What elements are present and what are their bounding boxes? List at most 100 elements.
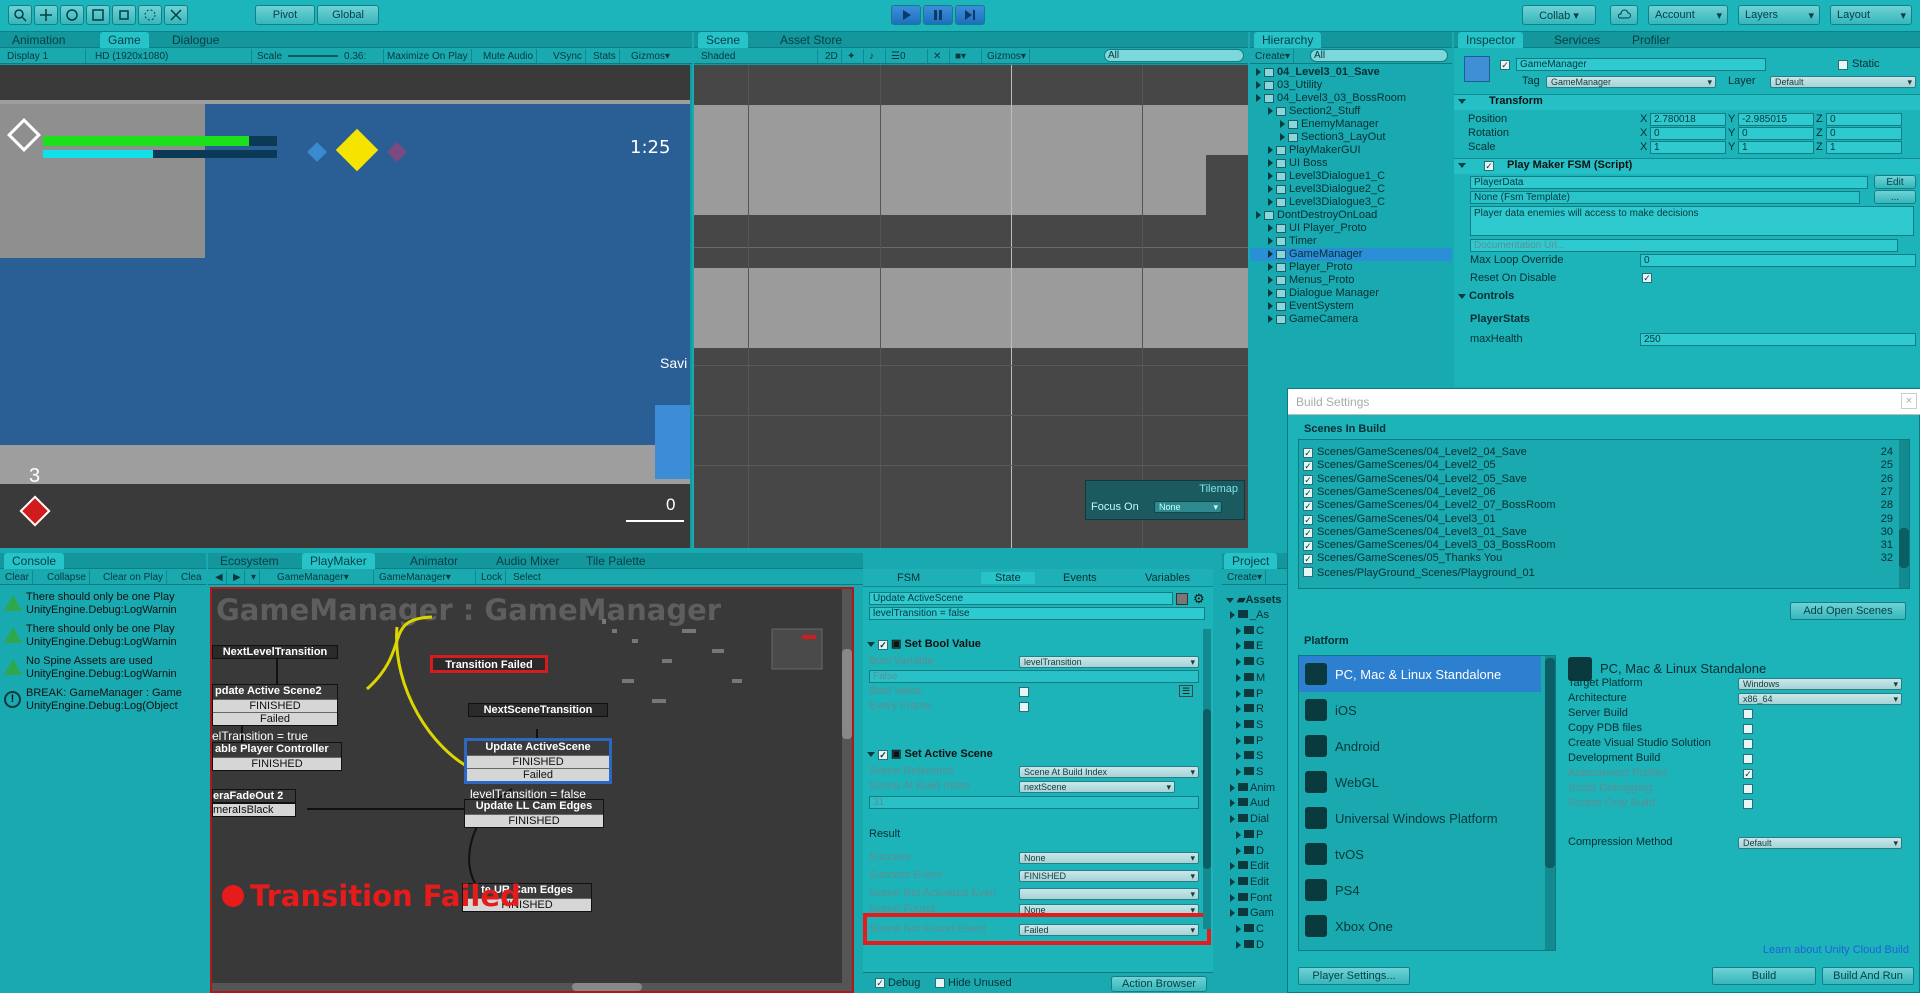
platform-list[interactable]: PC, Mac & Linux Standalone iOS Android WebG… — [1298, 655, 1556, 951]
platform-item[interactable]: PC, Mac & Linux Standalone — [1299, 656, 1541, 692]
state-description-field[interactable]: levelTransition = false — [869, 607, 1205, 620]
project-folder[interactable]: C — [1222, 625, 1294, 638]
scene-entry[interactable]: ✓ Scenes/GameScenes/05_Thanks You 32 — [1303, 552, 1895, 565]
bool-value-checkbox[interactable] — [1019, 687, 1029, 697]
platform-item[interactable]: Android — [1299, 728, 1541, 764]
2d-toggle[interactable]: 2D — [822, 49, 842, 63]
tab-ecosystem[interactable]: Ecosystem — [212, 553, 287, 569]
hand-tool-icon[interactable] — [8, 5, 32, 25]
back-button[interactable]: ◀ — [212, 570, 227, 584]
console-message[interactable]: ! BREAK: GameManager : Game UnityEngine.De… — [0, 685, 206, 715]
fsm-graph[interactable]: GameManager : GameManager NextLevelTrans… — [210, 587, 854, 993]
tab-services[interactable]: Services — [1546, 32, 1608, 48]
node-camera-fade-out[interactable]: eraFadeOut 2 — [212, 789, 296, 803]
expand-arrow-icon[interactable] — [1280, 120, 1285, 129]
expand-arrow-icon[interactable] — [1268, 185, 1273, 194]
expand-arrow-icon[interactable] — [1236, 768, 1241, 777]
scene-entry[interactable]: ✓ Scenes/GameScenes/04_Level2_04_Save 24 — [1303, 446, 1895, 459]
build-button[interactable]: Build — [1712, 967, 1816, 985]
layer-dropdown[interactable]: Default — [1770, 76, 1916, 88]
rotate-tool-icon[interactable] — [60, 5, 84, 25]
architecture-dropdown[interactable]: x86_64 — [1738, 693, 1902, 705]
expand-arrow-icon[interactable] — [1256, 211, 1261, 220]
platform-scrollbar[interactable] — [1545, 656, 1555, 950]
expand-arrow-icon[interactable] — [1268, 224, 1273, 233]
event-camera-is-black[interactable]: meraIsBlack — [212, 803, 296, 817]
tab-tile-palette[interactable]: Tile Palette — [578, 553, 654, 569]
scene-entry[interactable]: ✓ Scenes/GameScenes/04_Level3_01_Save 30 — [1303, 526, 1895, 539]
tab-scene[interactable]: Scene — [698, 32, 749, 48]
expand-arrow-icon[interactable] — [1230, 799, 1235, 808]
event-finished[interactable]: FINISHED — [465, 814, 603, 827]
console-message[interactable]: There should only be one Play UnityEngine… — [0, 589, 206, 619]
project-folder[interactable]: P — [1222, 829, 1294, 842]
history-button[interactable]: ▾ — [248, 570, 261, 584]
tab-profiler[interactable]: Profiler — [1624, 32, 1678, 48]
build-and-run-button[interactable]: Build And Run — [1822, 967, 1914, 985]
max-loop-field[interactable]: 0 — [1640, 254, 1916, 267]
hierarchy-item[interactable]: DontDestroyOnLoad — [1250, 209, 1452, 222]
vs-solution-checkbox[interactable] — [1743, 739, 1753, 749]
event-failed[interactable]: Failed — [467, 768, 609, 781]
expand-arrow-icon[interactable] — [1236, 658, 1241, 667]
hierarchy-search-input[interactable]: All — [1310, 49, 1448, 62]
hierarchy-item[interactable]: Section2_Stuff — [1250, 105, 1452, 118]
expand-arrow-icon[interactable] — [1236, 940, 1241, 949]
transform-tool-icon[interactable] — [138, 5, 162, 25]
hierarchy-item[interactable]: 04_Level3_03_BossRoom — [1250, 92, 1452, 105]
target-platform-dropdown[interactable]: Windows — [1738, 678, 1902, 690]
pause-button[interactable] — [923, 5, 953, 25]
expand-arrow-icon[interactable] — [1268, 276, 1273, 285]
expand-arrow-icon[interactable] — [1256, 94, 1261, 103]
tools-icon[interactable]: ✕ — [930, 49, 950, 63]
project-folder[interactable]: Anim — [1222, 782, 1294, 795]
scripts-only-checkbox[interactable] — [1743, 799, 1753, 809]
project-folder[interactable]: Aud — [1222, 797, 1294, 810]
move-tool-icon[interactable] — [34, 5, 58, 25]
scene-entry[interactable]: ✓ Scenes/GameScenes/04_Level3_01 29 — [1303, 513, 1895, 526]
rect-tool-icon[interactable] — [112, 5, 136, 25]
scene-entry[interactable]: ✓ Scenes/GameScenes/04_Level2_07_BossRoom… — [1303, 499, 1895, 512]
lighting-icon[interactable]: ✦ — [844, 49, 864, 63]
expand-arrow-icon[interactable] — [1236, 720, 1241, 729]
hierarchy-item[interactable]: GameCamera — [1250, 313, 1452, 326]
action-set-active-scene[interactable]: ✓ ▣ Set Active Scene — [867, 747, 993, 760]
forward-button[interactable]: ▶ — [230, 570, 245, 584]
effects-icon[interactable]: ☰ 0 — [888, 49, 928, 63]
console-message[interactable]: No Spine Assets are used UnityEngine.Debu… — [0, 653, 206, 683]
collab-button[interactable]: Collab ▾ — [1522, 5, 1596, 25]
scale-tool-icon[interactable] — [86, 5, 110, 25]
scene-entry[interactable]: Scenes/PlayGround_Scenes/Playground_01 — [1303, 566, 1895, 579]
scenes-scrollbar[interactable] — [1899, 440, 1909, 588]
project-create-button[interactable]: Create ▾ — [1224, 570, 1267, 584]
bool-variable-dropdown[interactable]: levelTransition — [1019, 656, 1199, 668]
playmaker-fsm-header[interactable]: ✓ Play Maker FSM (Script) — [1454, 158, 1920, 174]
expand-arrow-icon[interactable] — [1230, 783, 1235, 792]
expand-arrow-icon[interactable] — [1230, 877, 1235, 886]
scene-not-found-dropdown[interactable]: Failed — [1019, 924, 1199, 936]
hierarchy-item[interactable]: Section3_LayOut — [1250, 131, 1452, 144]
expand-arrow-icon[interactable] — [1280, 133, 1285, 142]
scene-entry[interactable]: ✓ Scenes/GameScenes/04_Level2_05 25 — [1303, 459, 1895, 472]
layout-dropdown[interactable]: Layout ▾ — [1830, 5, 1912, 25]
gizmos-dropdown[interactable]: Gizmos ▾ — [628, 49, 673, 63]
camera-icon[interactable]: ■▾ — [952, 49, 982, 63]
node-next-scene-transition[interactable]: NextSceneTransition — [468, 703, 608, 717]
tab-inspector[interactable]: Inspector — [1458, 32, 1524, 48]
project-folder[interactable]: G — [1222, 656, 1294, 669]
project-folder[interactable]: P — [1222, 735, 1294, 748]
fsm-name-field[interactable]: PlayerData — [1470, 176, 1868, 189]
platform-item[interactable]: PS4 — [1299, 872, 1541, 908]
every-frame-checkbox[interactable] — [1019, 702, 1029, 712]
platform-item[interactable]: Xbox One — [1299, 908, 1541, 944]
tab-animation[interactable]: Animation — [4, 32, 73, 48]
hierarchy-item[interactable]: Dialogue Manager — [1250, 287, 1452, 300]
display-select[interactable]: Display 1 — [4, 49, 86, 63]
expand-arrow-icon[interactable] — [1230, 909, 1235, 918]
platform-item[interactable]: Universal Windows Platform — [1299, 800, 1541, 836]
custom-tool-icon[interactable] — [164, 5, 188, 25]
project-folder[interactable]: S — [1222, 719, 1294, 732]
state-settings-gear-icon[interactable]: ⚙ — [1193, 591, 1205, 607]
project-folder[interactable]: D — [1222, 845, 1294, 858]
tab-project[interactable]: Project — [1224, 553, 1278, 569]
